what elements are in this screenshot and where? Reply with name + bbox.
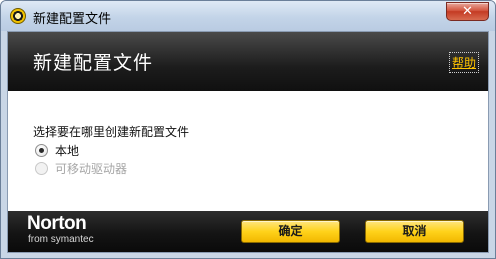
dialog-window: 新建配置文件 ✕ 新建配置文件 帮助 选择要在哪里创建新配置文件 本地 可移动驱… <box>0 0 496 259</box>
title-bar[interactable]: 新建配置文件 ✕ <box>1 1 495 31</box>
option-local[interactable]: 本地 <box>35 142 79 158</box>
location-prompt: 选择要在哪里创建新配置文件 <box>33 125 190 139</box>
option-removable-drive: 可移动驱动器 <box>35 160 127 176</box>
option-removable-drive-label: 可移动驱动器 <box>55 161 128 176</box>
radio-local[interactable] <box>35 143 48 157</box>
close-button[interactable]: ✕ <box>446 2 489 21</box>
help-link[interactable]: 帮助 <box>448 52 479 73</box>
close-icon: ✕ <box>462 4 473 19</box>
norton-app-icon <box>10 8 26 24</box>
window-title: 新建配置文件 <box>33 12 112 27</box>
brand-name: Norton <box>27 213 87 234</box>
dialog-content: 选择要在哪里创建新配置文件 本地 可移动驱动器 <box>8 91 488 211</box>
ok-button[interactable]: 确定 <box>241 220 340 243</box>
brand-sub: from symantec <box>28 234 94 245</box>
dialog-footer: Norton from symantec 确定 取消 <box>8 211 488 252</box>
dialog-header: 新建配置文件 帮助 <box>8 32 488 91</box>
radio-removable-drive <box>35 161 48 175</box>
norton-logo: Norton from symantec <box>27 214 94 246</box>
option-local-label: 本地 <box>55 143 80 158</box>
page-title: 新建配置文件 <box>33 52 154 74</box>
dialog-client: 新建配置文件 帮助 选择要在哪里创建新配置文件 本地 可移动驱动器 Norton… <box>7 31 489 253</box>
cancel-button[interactable]: 取消 <box>365 220 464 243</box>
